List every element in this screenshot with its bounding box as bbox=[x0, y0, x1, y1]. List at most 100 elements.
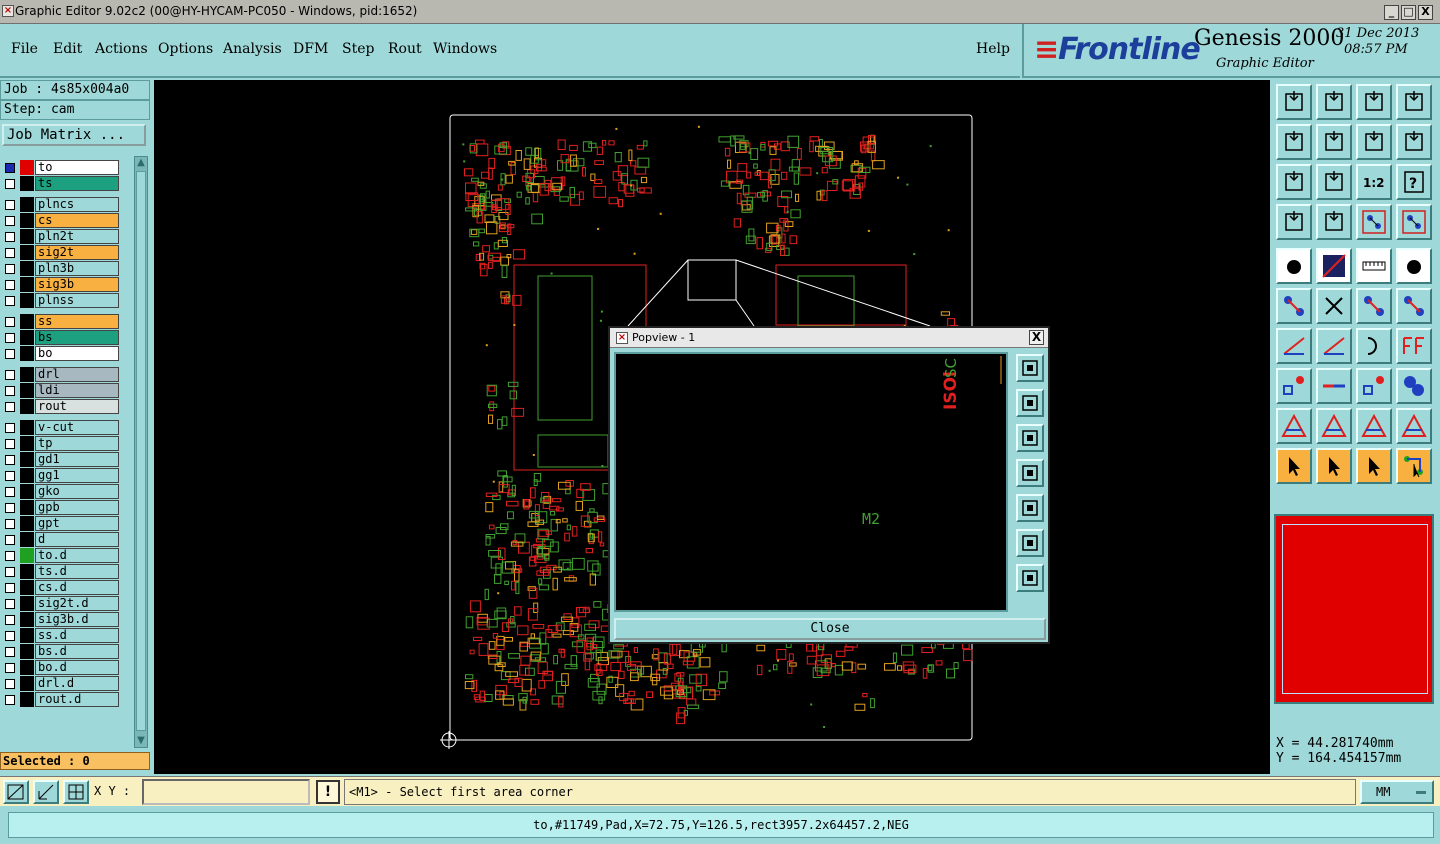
layer-checkbox[interactable] bbox=[5, 163, 15, 173]
layer-color-swatch[interactable] bbox=[20, 277, 34, 292]
layer-name[interactable]: gpt bbox=[35, 516, 119, 531]
layer-name[interactable]: bo.d bbox=[35, 660, 119, 675]
break-button[interactable] bbox=[1316, 368, 1352, 404]
layer-row-to-d[interactable]: to.d bbox=[0, 548, 124, 563]
layer-color-swatch[interactable] bbox=[20, 293, 34, 308]
layer-name[interactable]: ldi bbox=[35, 383, 119, 398]
layer-name[interactable]: bs bbox=[35, 330, 119, 345]
help-button[interactable]: ? bbox=[1396, 164, 1432, 200]
layer-name[interactable]: gko bbox=[35, 484, 119, 499]
layer-row-cs[interactable]: cs bbox=[0, 213, 124, 228]
layer-checkbox[interactable] bbox=[5, 455, 15, 465]
layer-name[interactable]: pln2t bbox=[35, 229, 119, 244]
layer-color-swatch[interactable] bbox=[20, 516, 34, 531]
layer-color-swatch[interactable] bbox=[20, 261, 34, 276]
grid-tool-button[interactable] bbox=[63, 780, 89, 804]
zoom-home-button[interactable] bbox=[1276, 84, 1312, 120]
polygon-a-button[interactable] bbox=[1276, 408, 1312, 444]
layer-row-bs[interactable]: bs bbox=[0, 330, 124, 345]
layer-row-sig2t-d[interactable]: sig2t.d bbox=[0, 596, 124, 611]
polygon-b-button[interactable] bbox=[1316, 408, 1352, 444]
layer-name[interactable]: pln3b bbox=[35, 261, 119, 276]
menu-options[interactable]: Options bbox=[158, 41, 213, 57]
layer-checkbox[interactable] bbox=[5, 402, 15, 412]
layer-color-swatch[interactable] bbox=[20, 314, 34, 329]
layer-checkbox[interactable] bbox=[5, 264, 15, 274]
layer-color-swatch[interactable] bbox=[20, 644, 34, 659]
snap-tool-button[interactable] bbox=[3, 780, 29, 804]
layer-checkbox[interactable] bbox=[5, 280, 15, 290]
redraw-button[interactable] bbox=[1356, 124, 1392, 160]
layer-name[interactable]: sig2t.d bbox=[35, 596, 119, 611]
layer-color-swatch[interactable] bbox=[20, 580, 34, 595]
layer-color-swatch[interactable] bbox=[20, 452, 34, 467]
layer-row-tp[interactable]: tp bbox=[0, 436, 124, 451]
layer-row-sig3b-d[interactable]: sig3b.d bbox=[0, 612, 124, 627]
scroll-down-icon[interactable]: ▼ bbox=[136, 735, 146, 747]
xy-input[interactable] bbox=[142, 779, 310, 805]
layer-row-plnss[interactable]: plnss bbox=[0, 293, 124, 308]
layer-checkbox[interactable] bbox=[5, 583, 15, 593]
layer-checkbox[interactable] bbox=[5, 423, 15, 433]
layer-color-swatch[interactable] bbox=[20, 468, 34, 483]
select-net-button[interactable] bbox=[1356, 204, 1392, 240]
pan-left-button[interactable] bbox=[1276, 124, 1312, 160]
layer-color-swatch[interactable] bbox=[20, 500, 34, 515]
fit-screen-button[interactable] bbox=[1276, 164, 1312, 200]
layer-row-gpb[interactable]: gpb bbox=[0, 500, 124, 515]
maximize-button[interactable]: □ bbox=[1401, 5, 1416, 20]
menu-rout[interactable]: Rout bbox=[388, 41, 422, 57]
popview-center-button[interactable] bbox=[1016, 564, 1044, 592]
layer-row-gg1[interactable]: gg1 bbox=[0, 468, 124, 483]
select-box-button[interactable] bbox=[1316, 448, 1352, 484]
popview-zoom-window-button[interactable] bbox=[1016, 354, 1044, 382]
line-button[interactable] bbox=[1316, 328, 1352, 364]
popview-pan-right-button[interactable] bbox=[1016, 494, 1044, 522]
layer-checkbox[interactable] bbox=[5, 503, 15, 513]
layer-checkbox[interactable] bbox=[5, 179, 15, 189]
flip-button[interactable] bbox=[1396, 124, 1432, 160]
layer-checkbox[interactable] bbox=[5, 248, 15, 258]
layer-name[interactable]: to.d bbox=[35, 548, 119, 563]
layer-name[interactable]: v-cut bbox=[35, 420, 119, 435]
layer-color-swatch[interactable] bbox=[20, 399, 34, 414]
layer-color-swatch[interactable] bbox=[20, 176, 34, 191]
menu-dfm[interactable]: DFM bbox=[293, 41, 328, 57]
layer-checkbox[interactable] bbox=[5, 567, 15, 577]
layer-color-swatch[interactable] bbox=[20, 436, 34, 451]
layer-row-drl[interactable]: drl bbox=[0, 367, 124, 382]
angle-button[interactable] bbox=[1276, 328, 1312, 364]
menu-actions[interactable]: Actions bbox=[95, 41, 148, 57]
layer-checkbox[interactable] bbox=[5, 232, 15, 242]
pan-right-button[interactable] bbox=[1316, 124, 1352, 160]
menu-file[interactable]: File bbox=[11, 41, 38, 57]
layer-row-ldi[interactable]: ldi bbox=[0, 383, 124, 398]
layer-checkbox[interactable] bbox=[5, 679, 15, 689]
layer-checkbox[interactable] bbox=[5, 519, 15, 529]
polygon-c-button[interactable] bbox=[1356, 408, 1392, 444]
text-button[interactable] bbox=[1396, 328, 1432, 364]
pad-round-button[interactable] bbox=[1396, 248, 1432, 284]
layer-row-d[interactable]: d bbox=[0, 532, 124, 547]
move-button[interactable] bbox=[1276, 368, 1312, 404]
popview-close-button[interactable]: Close bbox=[614, 618, 1046, 640]
layer-name[interactable]: ss bbox=[35, 314, 119, 329]
layer-row-ts[interactable]: ts bbox=[0, 176, 124, 191]
layer-name[interactable]: gg1 bbox=[35, 468, 119, 483]
layer-name[interactable]: gpb bbox=[35, 500, 119, 515]
layer-row-to[interactable]: to bbox=[0, 160, 124, 175]
select-area-button[interactable] bbox=[1356, 448, 1392, 484]
layer-checkbox[interactable] bbox=[5, 439, 15, 449]
menu-step[interactable]: Step bbox=[342, 41, 374, 57]
layer-checkbox[interactable] bbox=[5, 333, 15, 343]
layer-name[interactable]: plncs bbox=[35, 197, 119, 212]
layer-row-v-cut[interactable]: v-cut bbox=[0, 420, 124, 435]
layer-checkbox[interactable] bbox=[5, 615, 15, 625]
close-window-button[interactable]: X bbox=[1418, 5, 1433, 20]
menu-help[interactable]: Help bbox=[976, 41, 1010, 57]
layer-name[interactable]: drl.d bbox=[35, 676, 119, 691]
popview-zoom-out-button[interactable] bbox=[1016, 424, 1044, 452]
layer-name[interactable]: rout bbox=[35, 399, 119, 414]
layer-name[interactable]: bo bbox=[35, 346, 119, 361]
job-matrix-button[interactable]: Job Matrix ... bbox=[2, 124, 146, 146]
